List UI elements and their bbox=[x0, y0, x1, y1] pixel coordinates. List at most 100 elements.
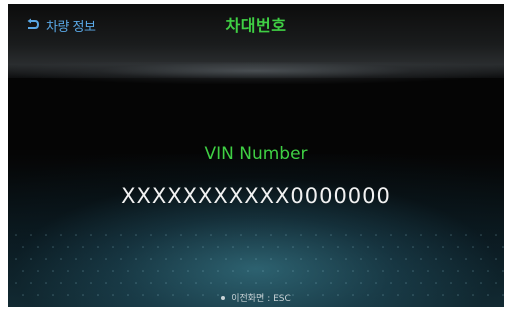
background-dot bbox=[277, 246, 279, 248]
background-dot bbox=[37, 246, 39, 248]
background-dot bbox=[307, 246, 309, 248]
vin-label: VIN Number bbox=[204, 144, 308, 164]
background-dot bbox=[502, 246, 504, 248]
background-dot bbox=[360, 282, 362, 284]
background-dot bbox=[502, 270, 504, 272]
background-dot bbox=[97, 270, 99, 272]
background-dot bbox=[345, 234, 347, 236]
background-dot bbox=[450, 234, 452, 236]
background-dot bbox=[472, 246, 474, 248]
background-dot bbox=[255, 234, 257, 236]
background-dot bbox=[465, 234, 467, 236]
background-dot bbox=[375, 234, 377, 236]
background-dot bbox=[90, 258, 92, 260]
background-dot bbox=[285, 282, 287, 284]
background-dot bbox=[90, 234, 92, 236]
background-dot bbox=[60, 282, 62, 284]
background-dot bbox=[30, 234, 32, 236]
background-dot bbox=[397, 270, 399, 272]
background-dot bbox=[210, 234, 212, 236]
background-dot bbox=[255, 282, 257, 284]
background-dot bbox=[300, 258, 302, 260]
background-dot bbox=[307, 270, 309, 272]
background-dot bbox=[255, 258, 257, 260]
background-dot bbox=[330, 282, 332, 284]
background-dot bbox=[82, 270, 84, 272]
background-dot bbox=[322, 246, 324, 248]
background-dot bbox=[82, 246, 84, 248]
background-dot bbox=[210, 282, 212, 284]
background-dot bbox=[45, 234, 47, 236]
background-dot bbox=[405, 258, 407, 260]
background-dot bbox=[217, 270, 219, 272]
background-dot bbox=[367, 270, 369, 272]
footer-hint-text: 이전화면 : ESC bbox=[231, 294, 291, 304]
background-dot bbox=[60, 258, 62, 260]
background-dot bbox=[75, 282, 77, 284]
background-dot bbox=[247, 246, 249, 248]
background-dot bbox=[457, 246, 459, 248]
background-dot bbox=[420, 258, 422, 260]
background-dot bbox=[360, 234, 362, 236]
background-dot bbox=[412, 246, 414, 248]
background-dot bbox=[427, 246, 429, 248]
background-dot bbox=[240, 282, 242, 284]
background-dot bbox=[195, 258, 197, 260]
background-dot bbox=[390, 234, 392, 236]
background-dot bbox=[375, 282, 377, 284]
background-dot bbox=[135, 282, 137, 284]
background-dot bbox=[465, 282, 467, 284]
background-dot bbox=[75, 234, 77, 236]
background-dot bbox=[450, 258, 452, 260]
background-dot bbox=[225, 282, 227, 284]
background-dot bbox=[67, 270, 69, 272]
background-dot bbox=[135, 258, 137, 260]
background-dot bbox=[262, 246, 264, 248]
background-dot bbox=[195, 282, 197, 284]
background-dot bbox=[15, 258, 17, 260]
background-dot bbox=[52, 246, 54, 248]
background-dot bbox=[225, 234, 227, 236]
background-dot bbox=[202, 270, 204, 272]
background-dot bbox=[187, 246, 189, 248]
background-dot bbox=[270, 258, 272, 260]
background-dot bbox=[487, 270, 489, 272]
background-dot bbox=[22, 270, 24, 272]
background-dot bbox=[405, 234, 407, 236]
background-dot bbox=[330, 234, 332, 236]
background-dot bbox=[285, 258, 287, 260]
background-dot bbox=[180, 282, 182, 284]
background-dot bbox=[412, 270, 414, 272]
background-dot bbox=[120, 258, 122, 260]
background-dot bbox=[60, 234, 62, 236]
background-dot bbox=[367, 246, 369, 248]
footer-hint: 이전화면 : ESC bbox=[8, 291, 504, 304]
background-dot bbox=[127, 246, 129, 248]
background-dot bbox=[405, 282, 407, 284]
background-dot bbox=[420, 234, 422, 236]
background-dot bbox=[435, 282, 437, 284]
background-dot bbox=[105, 234, 107, 236]
background-dot bbox=[457, 270, 459, 272]
background-dot bbox=[172, 270, 174, 272]
background-dot bbox=[165, 258, 167, 260]
background-dot bbox=[127, 270, 129, 272]
background-dot bbox=[15, 234, 17, 236]
background-dot bbox=[165, 282, 167, 284]
background-dot bbox=[465, 258, 467, 260]
background-dot bbox=[232, 246, 234, 248]
background-dot bbox=[142, 270, 144, 272]
background-dot bbox=[345, 282, 347, 284]
background-dot bbox=[480, 258, 482, 260]
background-dot bbox=[277, 270, 279, 272]
background-dot bbox=[150, 258, 152, 260]
background-dot bbox=[45, 258, 47, 260]
background-dot bbox=[315, 282, 317, 284]
background-dot bbox=[442, 246, 444, 248]
background-dot bbox=[195, 234, 197, 236]
background-dot bbox=[112, 246, 114, 248]
background-dot bbox=[270, 282, 272, 284]
background-dot bbox=[480, 234, 482, 236]
background-dot bbox=[37, 270, 39, 272]
background-dot bbox=[120, 282, 122, 284]
